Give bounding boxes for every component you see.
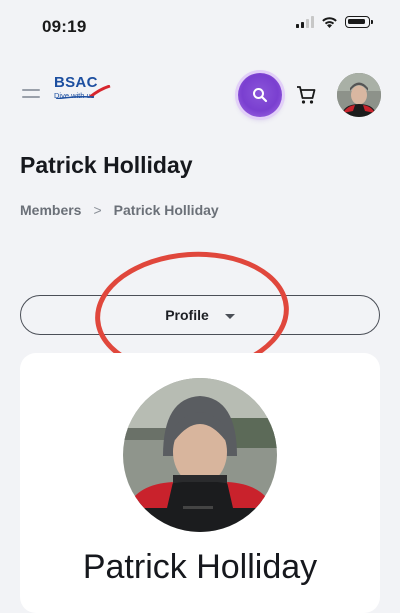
breadcrumb-members-link[interactable]: Members	[20, 202, 81, 218]
logo-swoosh-icon	[55, 85, 111, 99]
page-title: Patrick Holliday	[20, 152, 193, 178]
avatar-photo	[337, 73, 381, 117]
cart-icon[interactable]	[295, 84, 317, 106]
profile-name: Patrick Holliday	[82, 548, 318, 586]
bsac-logo[interactable]: BSAC Dive with us	[54, 75, 112, 111]
breadcrumb-current: Patrick Holliday	[113, 202, 219, 218]
breadcrumb-separator: >	[93, 202, 102, 218]
wifi-icon	[322, 17, 337, 28]
search-button[interactable]	[238, 73, 282, 117]
battery-icon	[345, 16, 373, 28]
status-icons	[296, 16, 373, 28]
profile-photo	[123, 378, 277, 532]
status-time: 09:19	[42, 17, 87, 36]
profile-photo-image	[123, 378, 277, 532]
signal-icon	[296, 16, 314, 28]
user-avatar[interactable]	[337, 73, 381, 117]
menu-icon[interactable]	[22, 89, 40, 99]
search-icon	[253, 88, 268, 103]
breadcrumb: Members > Patrick Holliday	[20, 202, 219, 218]
